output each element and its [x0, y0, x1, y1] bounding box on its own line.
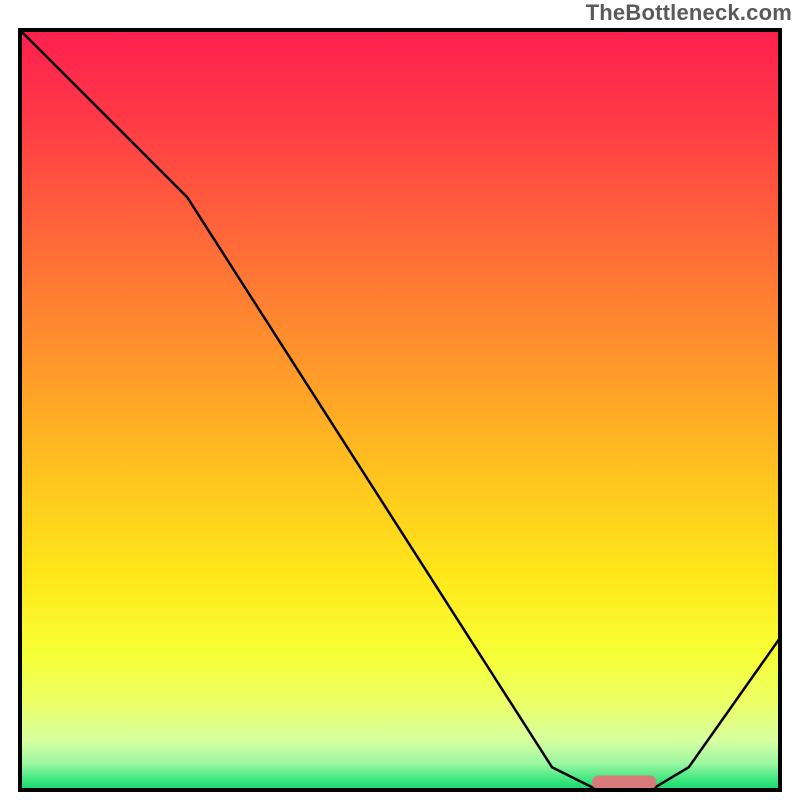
bottleneck-chart	[0, 0, 800, 800]
valley-marker	[592, 776, 657, 790]
watermark-label: TheBottleneck.com	[586, 0, 792, 26]
chart-container: TheBottleneck.com	[0, 0, 800, 800]
